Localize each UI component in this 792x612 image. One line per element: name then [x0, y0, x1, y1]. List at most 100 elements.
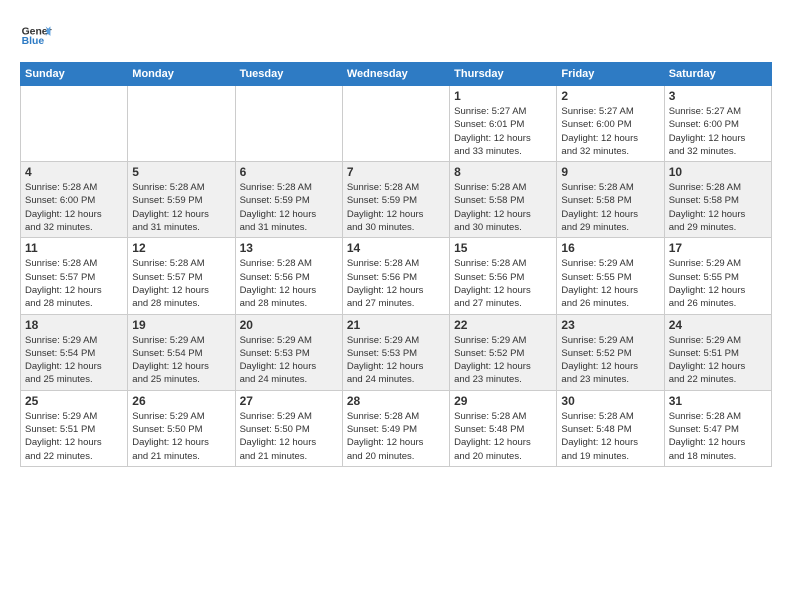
day-info: Sunrise: 5:28 AM Sunset: 5:56 PM Dayligh…: [347, 257, 445, 310]
calendar-cell: [235, 86, 342, 162]
day-info: Sunrise: 5:27 AM Sunset: 6:00 PM Dayligh…: [669, 105, 767, 158]
weekday-header-monday: Monday: [128, 63, 235, 86]
day-info: Sunrise: 5:29 AM Sunset: 5:51 PM Dayligh…: [669, 334, 767, 387]
calendar-cell: 26 Sunrise: 5:29 AM Sunset: 5:50 PM Dayli…: [128, 390, 235, 466]
day-info: Sunrise: 5:28 AM Sunset: 5:57 PM Dayligh…: [25, 257, 123, 310]
weekday-header-sunday: Sunday: [21, 63, 128, 86]
day-number: 28: [347, 394, 445, 408]
day-number: 2: [561, 89, 659, 103]
calendar-cell: 2 Sunrise: 5:27 AM Sunset: 6:00 PM Daylig…: [557, 86, 664, 162]
weekday-header-row: SundayMondayTuesdayWednesdayThursdayFrid…: [21, 63, 772, 86]
day-number: 19: [132, 318, 230, 332]
calendar-cell: [21, 86, 128, 162]
day-number: 27: [240, 394, 338, 408]
day-info: Sunrise: 5:28 AM Sunset: 5:59 PM Dayligh…: [132, 181, 230, 234]
logo: General Blue: [20, 20, 52, 52]
day-number: 6: [240, 165, 338, 179]
day-info: Sunrise: 5:29 AM Sunset: 5:53 PM Dayligh…: [347, 334, 445, 387]
calendar-cell: 9 Sunrise: 5:28 AM Sunset: 5:58 PM Daylig…: [557, 162, 664, 238]
day-info: Sunrise: 5:29 AM Sunset: 5:53 PM Dayligh…: [240, 334, 338, 387]
calendar-cell: 22 Sunrise: 5:29 AM Sunset: 5:52 PM Dayli…: [450, 314, 557, 390]
day-info: Sunrise: 5:29 AM Sunset: 5:55 PM Dayligh…: [561, 257, 659, 310]
calendar-cell: 20 Sunrise: 5:29 AM Sunset: 5:53 PM Dayli…: [235, 314, 342, 390]
day-number: 14: [347, 241, 445, 255]
day-number: 18: [25, 318, 123, 332]
calendar-cell: 10 Sunrise: 5:28 AM Sunset: 5:58 PM Dayli…: [664, 162, 771, 238]
day-info: Sunrise: 5:28 AM Sunset: 5:48 PM Dayligh…: [454, 410, 552, 463]
weekday-header-friday: Friday: [557, 63, 664, 86]
calendar-cell: 11 Sunrise: 5:28 AM Sunset: 5:57 PM Dayli…: [21, 238, 128, 314]
day-info: Sunrise: 5:29 AM Sunset: 5:51 PM Dayligh…: [25, 410, 123, 463]
day-info: Sunrise: 5:27 AM Sunset: 6:01 PM Dayligh…: [454, 105, 552, 158]
page-header: General Blue: [20, 20, 772, 52]
calendar-cell: 1 Sunrise: 5:27 AM Sunset: 6:01 PM Daylig…: [450, 86, 557, 162]
logo-icon: General Blue: [20, 20, 52, 52]
day-number: 30: [561, 394, 659, 408]
svg-text:Blue: Blue: [22, 36, 45, 47]
calendar-cell: 24Sunrise: 5:29 AM Sunset: 5:51 PM Dayli…: [664, 314, 771, 390]
day-info: Sunrise: 5:29 AM Sunset: 5:50 PM Dayligh…: [240, 410, 338, 463]
day-info: Sunrise: 5:28 AM Sunset: 5:59 PM Dayligh…: [347, 181, 445, 234]
calendar-cell: [128, 86, 235, 162]
day-number: 4: [25, 165, 123, 179]
weekday-header-saturday: Saturday: [664, 63, 771, 86]
calendar-cell: 13 Sunrise: 5:28 AM Sunset: 5:56 PM Dayli…: [235, 238, 342, 314]
day-number: 26: [132, 394, 230, 408]
day-info: Sunrise: 5:29 AM Sunset: 5:50 PM Dayligh…: [132, 410, 230, 463]
day-info: Sunrise: 5:29 AM Sunset: 5:52 PM Dayligh…: [561, 334, 659, 387]
calendar-week-row: 4 Sunrise: 5:28 AM Sunset: 6:00 PM Daylig…: [21, 162, 772, 238]
day-number: 9: [561, 165, 659, 179]
calendar-cell: 21Sunrise: 5:29 AM Sunset: 5:53 PM Dayli…: [342, 314, 449, 390]
calendar-week-row: 25Sunrise: 5:29 AM Sunset: 5:51 PM Dayli…: [21, 390, 772, 466]
day-number: 11: [25, 241, 123, 255]
day-number: 31: [669, 394, 767, 408]
calendar-cell: 19 Sunrise: 5:29 AM Sunset: 5:54 PM Dayli…: [128, 314, 235, 390]
calendar-cell: 28 Sunrise: 5:28 AM Sunset: 5:49 PM Dayli…: [342, 390, 449, 466]
calendar-week-row: 1 Sunrise: 5:27 AM Sunset: 6:01 PM Daylig…: [21, 86, 772, 162]
day-info: Sunrise: 5:28 AM Sunset: 5:56 PM Dayligh…: [454, 257, 552, 310]
calendar-week-row: 11 Sunrise: 5:28 AM Sunset: 5:57 PM Dayli…: [21, 238, 772, 314]
day-number: 8: [454, 165, 552, 179]
calendar-cell: 15 Sunrise: 5:28 AM Sunset: 5:56 PM Dayli…: [450, 238, 557, 314]
day-info: Sunrise: 5:28 AM Sunset: 5:58 PM Dayligh…: [454, 181, 552, 234]
day-info: Sunrise: 5:28 AM Sunset: 5:48 PM Dayligh…: [561, 410, 659, 463]
day-number: 10: [669, 165, 767, 179]
day-number: 17: [669, 241, 767, 255]
calendar-cell: 8 Sunrise: 5:28 AM Sunset: 5:58 PM Daylig…: [450, 162, 557, 238]
calendar-cell: 17 Sunrise: 5:29 AM Sunset: 5:55 PM Dayli…: [664, 238, 771, 314]
weekday-header-wednesday: Wednesday: [342, 63, 449, 86]
day-info: Sunrise: 5:28 AM Sunset: 5:59 PM Dayligh…: [240, 181, 338, 234]
day-number: 22: [454, 318, 552, 332]
day-number: 16: [561, 241, 659, 255]
day-info: Sunrise: 5:27 AM Sunset: 6:00 PM Dayligh…: [561, 105, 659, 158]
calendar-cell: 12Sunrise: 5:28 AM Sunset: 5:57 PM Dayli…: [128, 238, 235, 314]
weekday-header-thursday: Thursday: [450, 63, 557, 86]
day-info: Sunrise: 5:28 AM Sunset: 5:58 PM Dayligh…: [669, 181, 767, 234]
calendar-cell: 4 Sunrise: 5:28 AM Sunset: 6:00 PM Daylig…: [21, 162, 128, 238]
day-number: 7: [347, 165, 445, 179]
day-number: 29: [454, 394, 552, 408]
day-info: Sunrise: 5:29 AM Sunset: 5:55 PM Dayligh…: [669, 257, 767, 310]
calendar-cell: 23Sunrise: 5:29 AM Sunset: 5:52 PM Dayli…: [557, 314, 664, 390]
day-info: Sunrise: 5:28 AM Sunset: 5:56 PM Dayligh…: [240, 257, 338, 310]
calendar-week-row: 18 Sunrise: 5:29 AM Sunset: 5:54 PM Dayli…: [21, 314, 772, 390]
calendar-cell: 27 Sunrise: 5:29 AM Sunset: 5:50 PM Dayli…: [235, 390, 342, 466]
calendar-cell: 5Sunrise: 5:28 AM Sunset: 5:59 PM Daylig…: [128, 162, 235, 238]
day-info: Sunrise: 5:28 AM Sunset: 5:49 PM Dayligh…: [347, 410, 445, 463]
day-number: 15: [454, 241, 552, 255]
calendar-cell: 29 Sunrise: 5:28 AM Sunset: 5:48 PM Dayli…: [450, 390, 557, 466]
calendar-table: SundayMondayTuesdayWednesdayThursdayFrid…: [20, 62, 772, 467]
calendar-cell: 6 Sunrise: 5:28 AM Sunset: 5:59 PM Daylig…: [235, 162, 342, 238]
day-info: Sunrise: 5:28 AM Sunset: 5:47 PM Dayligh…: [669, 410, 767, 463]
day-number: 1: [454, 89, 552, 103]
day-info: Sunrise: 5:28 AM Sunset: 6:00 PM Dayligh…: [25, 181, 123, 234]
calendar-cell: 3Sunrise: 5:27 AM Sunset: 6:00 PM Daylig…: [664, 86, 771, 162]
day-number: 13: [240, 241, 338, 255]
day-info: Sunrise: 5:29 AM Sunset: 5:52 PM Dayligh…: [454, 334, 552, 387]
calendar-cell: 31 Sunrise: 5:28 AM Sunset: 5:47 PM Dayli…: [664, 390, 771, 466]
day-info: Sunrise: 5:29 AM Sunset: 5:54 PM Dayligh…: [132, 334, 230, 387]
day-info: Sunrise: 5:28 AM Sunset: 5:58 PM Dayligh…: [561, 181, 659, 234]
weekday-header-tuesday: Tuesday: [235, 63, 342, 86]
calendar-cell: 7 Sunrise: 5:28 AM Sunset: 5:59 PM Daylig…: [342, 162, 449, 238]
day-number: 20: [240, 318, 338, 332]
